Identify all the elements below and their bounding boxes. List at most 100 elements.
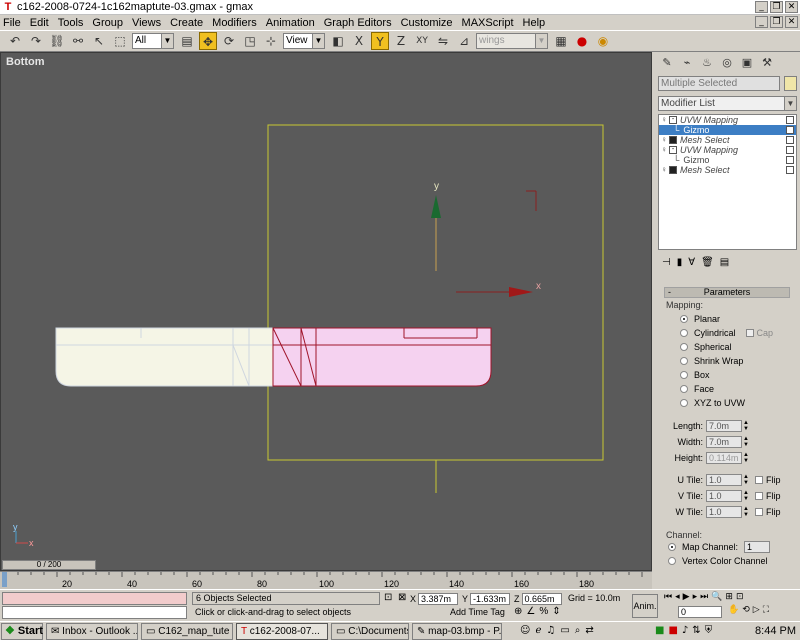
select-by-name-icon[interactable]: ▤ bbox=[178, 32, 196, 50]
z-coord-value[interactable]: 0.665m bbox=[521, 592, 562, 605]
length-spinner[interactable]: Length: 7.0m ▲ ▼ bbox=[662, 418, 792, 434]
named-selection-dropdown[interactable]: wings ▼ bbox=[476, 33, 548, 49]
map-channel-value[interactable]: 1 bbox=[744, 541, 771, 553]
menu-maxscript[interactable]: MAXScript bbox=[462, 17, 514, 29]
mapping-shrinkwrap-radio[interactable]: Shrink Wrap bbox=[680, 354, 792, 368]
bulb-icon[interactable]: ♀ bbox=[661, 115, 669, 125]
redo-icon[interactable]: ↷ bbox=[27, 32, 45, 50]
utilities-tab-icon[interactable]: ⚒ bbox=[758, 55, 776, 71]
coord-system-dropdown[interactable]: View ▼ bbox=[283, 33, 325, 49]
zoom-all-icon[interactable]: ⊞ bbox=[725, 592, 733, 602]
spinner-arrows-icon[interactable]: ▲ ▼ bbox=[743, 436, 749, 448]
render-scene-icon[interactable]: ◉ bbox=[594, 32, 612, 50]
move-icon[interactable]: ✥ bbox=[199, 32, 217, 50]
modify-tab-icon[interactable]: ⌁ bbox=[678, 55, 696, 71]
menu-create[interactable]: Create bbox=[170, 17, 203, 29]
menu-file[interactable]: File bbox=[3, 17, 21, 29]
spinner-arrows-icon[interactable]: ▲ ▼ bbox=[743, 490, 749, 502]
media-icon[interactable]: ♫ bbox=[546, 625, 555, 636]
mapping-xyz-radio[interactable]: XYZ to UVW bbox=[680, 396, 792, 410]
bulb-icon[interactable]: ♀ bbox=[661, 165, 669, 175]
menu-edit[interactable]: Edit bbox=[30, 17, 49, 29]
tray-network-icon[interactable]: ⇅ bbox=[692, 625, 700, 636]
menu-modifiers[interactable]: Modifiers bbox=[212, 17, 257, 29]
stack-item[interactable]: └ Gizmo bbox=[659, 155, 796, 165]
unlink-icon[interactable]: ⚯ bbox=[69, 32, 87, 50]
render-icon[interactable]: ● bbox=[573, 32, 591, 50]
mapping-box-radio[interactable]: Box bbox=[680, 368, 792, 382]
hierarchy-tab-icon[interactable]: ♨ bbox=[698, 55, 716, 71]
xy-constraint-icon[interactable]: XY bbox=[413, 32, 431, 50]
collapse-icon[interactable]: - bbox=[669, 116, 677, 124]
viewport-label[interactable]: Bottom bbox=[6, 56, 45, 68]
pin-stack-icon[interactable]: ⊣ bbox=[662, 257, 671, 268]
ie-icon[interactable]: ℯ bbox=[535, 625, 541, 636]
stack-checkbox[interactable] bbox=[786, 146, 794, 154]
show-end-result-icon[interactable]: ▮ bbox=[677, 257, 683, 268]
close-button[interactable]: ✕ bbox=[785, 1, 798, 13]
pan-icon[interactable]: ✋ bbox=[728, 605, 739, 615]
play-icon[interactable]: ▶ bbox=[683, 592, 690, 602]
search-launch-icon[interactable]: ⌕ bbox=[575, 625, 581, 636]
width-spinner[interactable]: Width: 7.0m ▲ ▼ bbox=[662, 434, 792, 450]
modifier-stack[interactable]: ♀ - UVW Mapping └ Gizmo ♀ Mesh Select ♀ - UVW … bbox=[658, 114, 797, 250]
menu-graph-editors[interactable]: Graph Editors bbox=[324, 17, 392, 29]
height-spinner[interactable]: Height: 0.114m ▲ ▼ bbox=[662, 450, 792, 466]
x-constraint-icon[interactable]: X bbox=[350, 32, 368, 50]
wtile-spinner[interactable]: W Tile: 1.0 ▲ ▼ Flip bbox=[662, 504, 792, 520]
length-value[interactable]: 7.0m bbox=[706, 420, 742, 432]
select-icon[interactable]: ↖ bbox=[90, 32, 108, 50]
object-color-swatch[interactable] bbox=[784, 76, 797, 91]
selection-name-field[interactable]: Multiple Selected bbox=[658, 76, 780, 91]
zoom-icon[interactable]: 🔍 bbox=[711, 592, 722, 602]
rotate-icon[interactable]: ⟳ bbox=[220, 32, 238, 50]
percent-snap-icon[interactable]: % bbox=[539, 606, 548, 617]
maxscript-listener-output[interactable] bbox=[2, 592, 187, 605]
zoom-extents-icon[interactable]: ⊡ bbox=[736, 592, 744, 602]
current-frame-field[interactable]: 0 bbox=[678, 606, 722, 618]
folder-launch-icon[interactable]: ▭ bbox=[560, 625, 569, 636]
mapping-planar-radio[interactable]: Planar bbox=[680, 312, 792, 326]
tray-app-icon[interactable]: ■ bbox=[655, 625, 664, 636]
doc-minimize-button[interactable]: _ bbox=[755, 16, 768, 28]
menu-animation[interactable]: Animation bbox=[266, 17, 315, 29]
stack-checkbox[interactable] bbox=[786, 136, 794, 144]
go-to-start-icon[interactable]: ⏮ bbox=[664, 592, 672, 602]
link-icon[interactable]: ⛓ bbox=[48, 32, 66, 50]
menu-views[interactable]: Views bbox=[132, 17, 161, 29]
motion-tab-icon[interactable]: ◎ bbox=[718, 55, 736, 71]
doc-close-button[interactable]: ✕ bbox=[785, 16, 798, 28]
cap-checkbox[interactable]: Cap bbox=[745, 328, 773, 338]
spinner-arrows-icon[interactable]: ▲ ▼ bbox=[743, 452, 749, 464]
width-value[interactable]: 7.0m bbox=[706, 436, 742, 448]
viewport-canvas[interactable]: y x y x bbox=[1, 53, 653, 572]
w-flip-checkbox[interactable]: Flip bbox=[755, 507, 781, 517]
vtile-spinner[interactable]: V Tile: 1.0 ▲ ▼ Flip bbox=[662, 488, 792, 504]
mapping-cylindrical-radio[interactable]: Cylindrical Cap bbox=[680, 326, 792, 340]
scale-icon[interactable]: ◳ bbox=[241, 32, 259, 50]
timeline-track[interactable]: 20 40 60 80 100 120 140 160 180 bbox=[0, 571, 652, 589]
selection-filter-dropdown[interactable]: All ▼ bbox=[132, 33, 174, 49]
align-icon[interactable]: ⊿ bbox=[455, 32, 473, 50]
region-select-icon[interactable]: ⬚ bbox=[111, 32, 129, 50]
create-tab-icon[interactable]: ✎ bbox=[658, 55, 676, 71]
viewport-bottom[interactable]: y x y x Bottom bbox=[0, 52, 652, 571]
snap-toggle-icon[interactable]: ⊕ bbox=[514, 606, 522, 617]
restore-button[interactable]: ❐ bbox=[770, 1, 783, 13]
z-constraint-icon[interactable]: Z bbox=[392, 32, 410, 50]
undo-icon[interactable]: ↶ bbox=[6, 32, 24, 50]
configure-sets-icon[interactable]: ▤ bbox=[720, 257, 729, 268]
spinner-arrows-icon[interactable]: ▲ ▼ bbox=[743, 474, 749, 486]
x-coord-value[interactable]: 3.387m bbox=[418, 592, 459, 605]
minimize-button[interactable]: _ bbox=[755, 1, 768, 13]
menu-help[interactable]: Help bbox=[523, 17, 546, 29]
fov-icon[interactable]: ▷ bbox=[753, 605, 760, 615]
maxscript-listener-input[interactable] bbox=[2, 606, 187, 619]
menu-customize[interactable]: Customize bbox=[401, 17, 453, 29]
mapping-face-radio[interactable]: Face bbox=[680, 382, 792, 396]
maximize-viewport-icon[interactable]: ⛶ bbox=[763, 605, 769, 615]
tray-shield-icon[interactable]: ⛨ bbox=[705, 625, 713, 636]
modifier-list-dropdown[interactable]: Modifier List ▼ bbox=[658, 96, 797, 111]
utile-spinner[interactable]: U Tile: 1.0 ▲ ▼ Flip bbox=[662, 472, 792, 488]
remove-modifier-icon[interactable]: 🗑 bbox=[701, 257, 714, 268]
